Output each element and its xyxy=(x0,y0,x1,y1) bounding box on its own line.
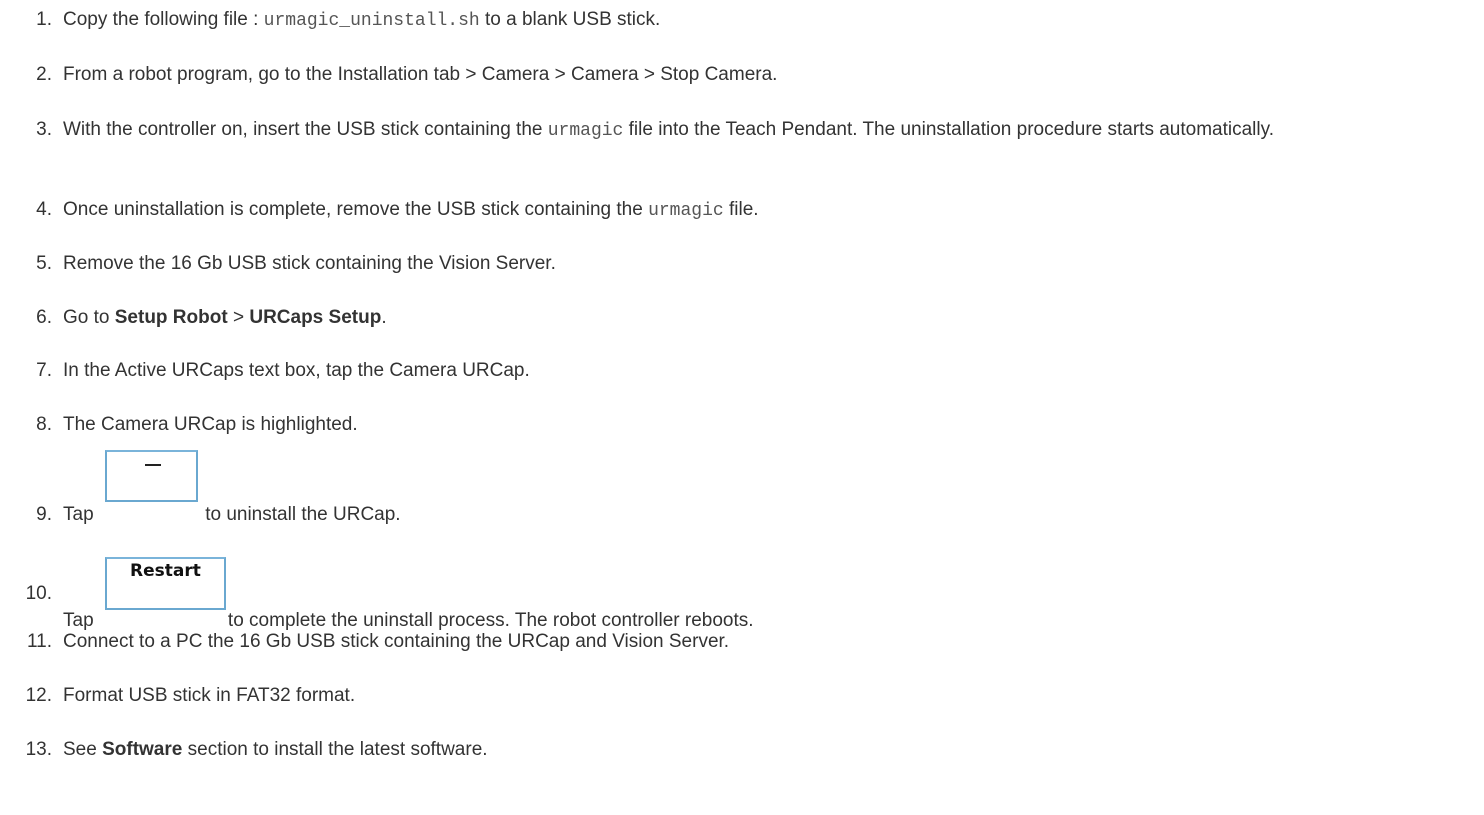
step-number: 10. xyxy=(25,583,52,604)
step-number: 13. xyxy=(25,739,52,760)
step-number: 6. xyxy=(36,307,52,328)
step-3: 3. With the controller on, insert the US… xyxy=(0,117,1484,177)
step-text: Remove the 16 Gb USB stick containing th… xyxy=(63,253,556,274)
step-number: 11. xyxy=(26,631,52,652)
software-section-link[interactable]: Software xyxy=(102,739,182,760)
step-text: From a robot program, go to the Installa… xyxy=(63,64,778,85)
step-text: Tap to uninstall the URCap. xyxy=(63,450,401,528)
step-text: Copy the following file : urmagic_uninst… xyxy=(63,9,661,31)
menu-urcaps-setup: URCaps Setup xyxy=(249,307,382,328)
minus-icon xyxy=(144,464,161,466)
filename-code: urmagic_uninstall.sh xyxy=(263,11,480,31)
step-text: See Software section to install the late… xyxy=(63,739,488,760)
step-text: In the Active URCaps text box, tap the C… xyxy=(63,360,530,381)
step-text: Tap Restart to complete the uninstall pro… xyxy=(63,557,754,631)
step-text: Go to Setup Robot > URCaps Setup. xyxy=(63,307,387,328)
step-text: Connect to a PC the 16 Gb USB stick cont… xyxy=(63,631,730,652)
step-10: 10. Tap Restart to complete the uninstall… xyxy=(0,557,1484,631)
step-text: With the controller on, insert the USB s… xyxy=(63,119,1274,141)
step-number: 2. xyxy=(36,64,52,85)
step-number: 7. xyxy=(36,360,52,381)
step-text: The Camera URCap is highlighted. xyxy=(63,414,358,435)
step-number: 3. xyxy=(36,119,52,140)
step-9: 9. Tap to uninstall the URCap. xyxy=(0,450,1484,528)
restart-button[interactable]: Restart xyxy=(104,557,226,610)
step-text: Once uninstallation is complete, remove … xyxy=(63,199,759,221)
menu-setup-robot: Setup Robot xyxy=(114,307,228,328)
filename-code: urmagic xyxy=(648,201,724,221)
step-number: 1. xyxy=(36,9,52,30)
step-number: 8. xyxy=(36,414,52,435)
restart-button-label: Restart xyxy=(129,561,201,581)
step-text: Format USB stick in FAT32 format. xyxy=(63,685,356,706)
step-number: 5. xyxy=(36,253,52,274)
step-number: 9. xyxy=(36,504,52,525)
remove-urcap-button[interactable] xyxy=(104,450,198,502)
step-number: 12. xyxy=(25,685,52,706)
filename-code: urmagic xyxy=(547,121,624,141)
step-number: 4. xyxy=(36,199,52,220)
